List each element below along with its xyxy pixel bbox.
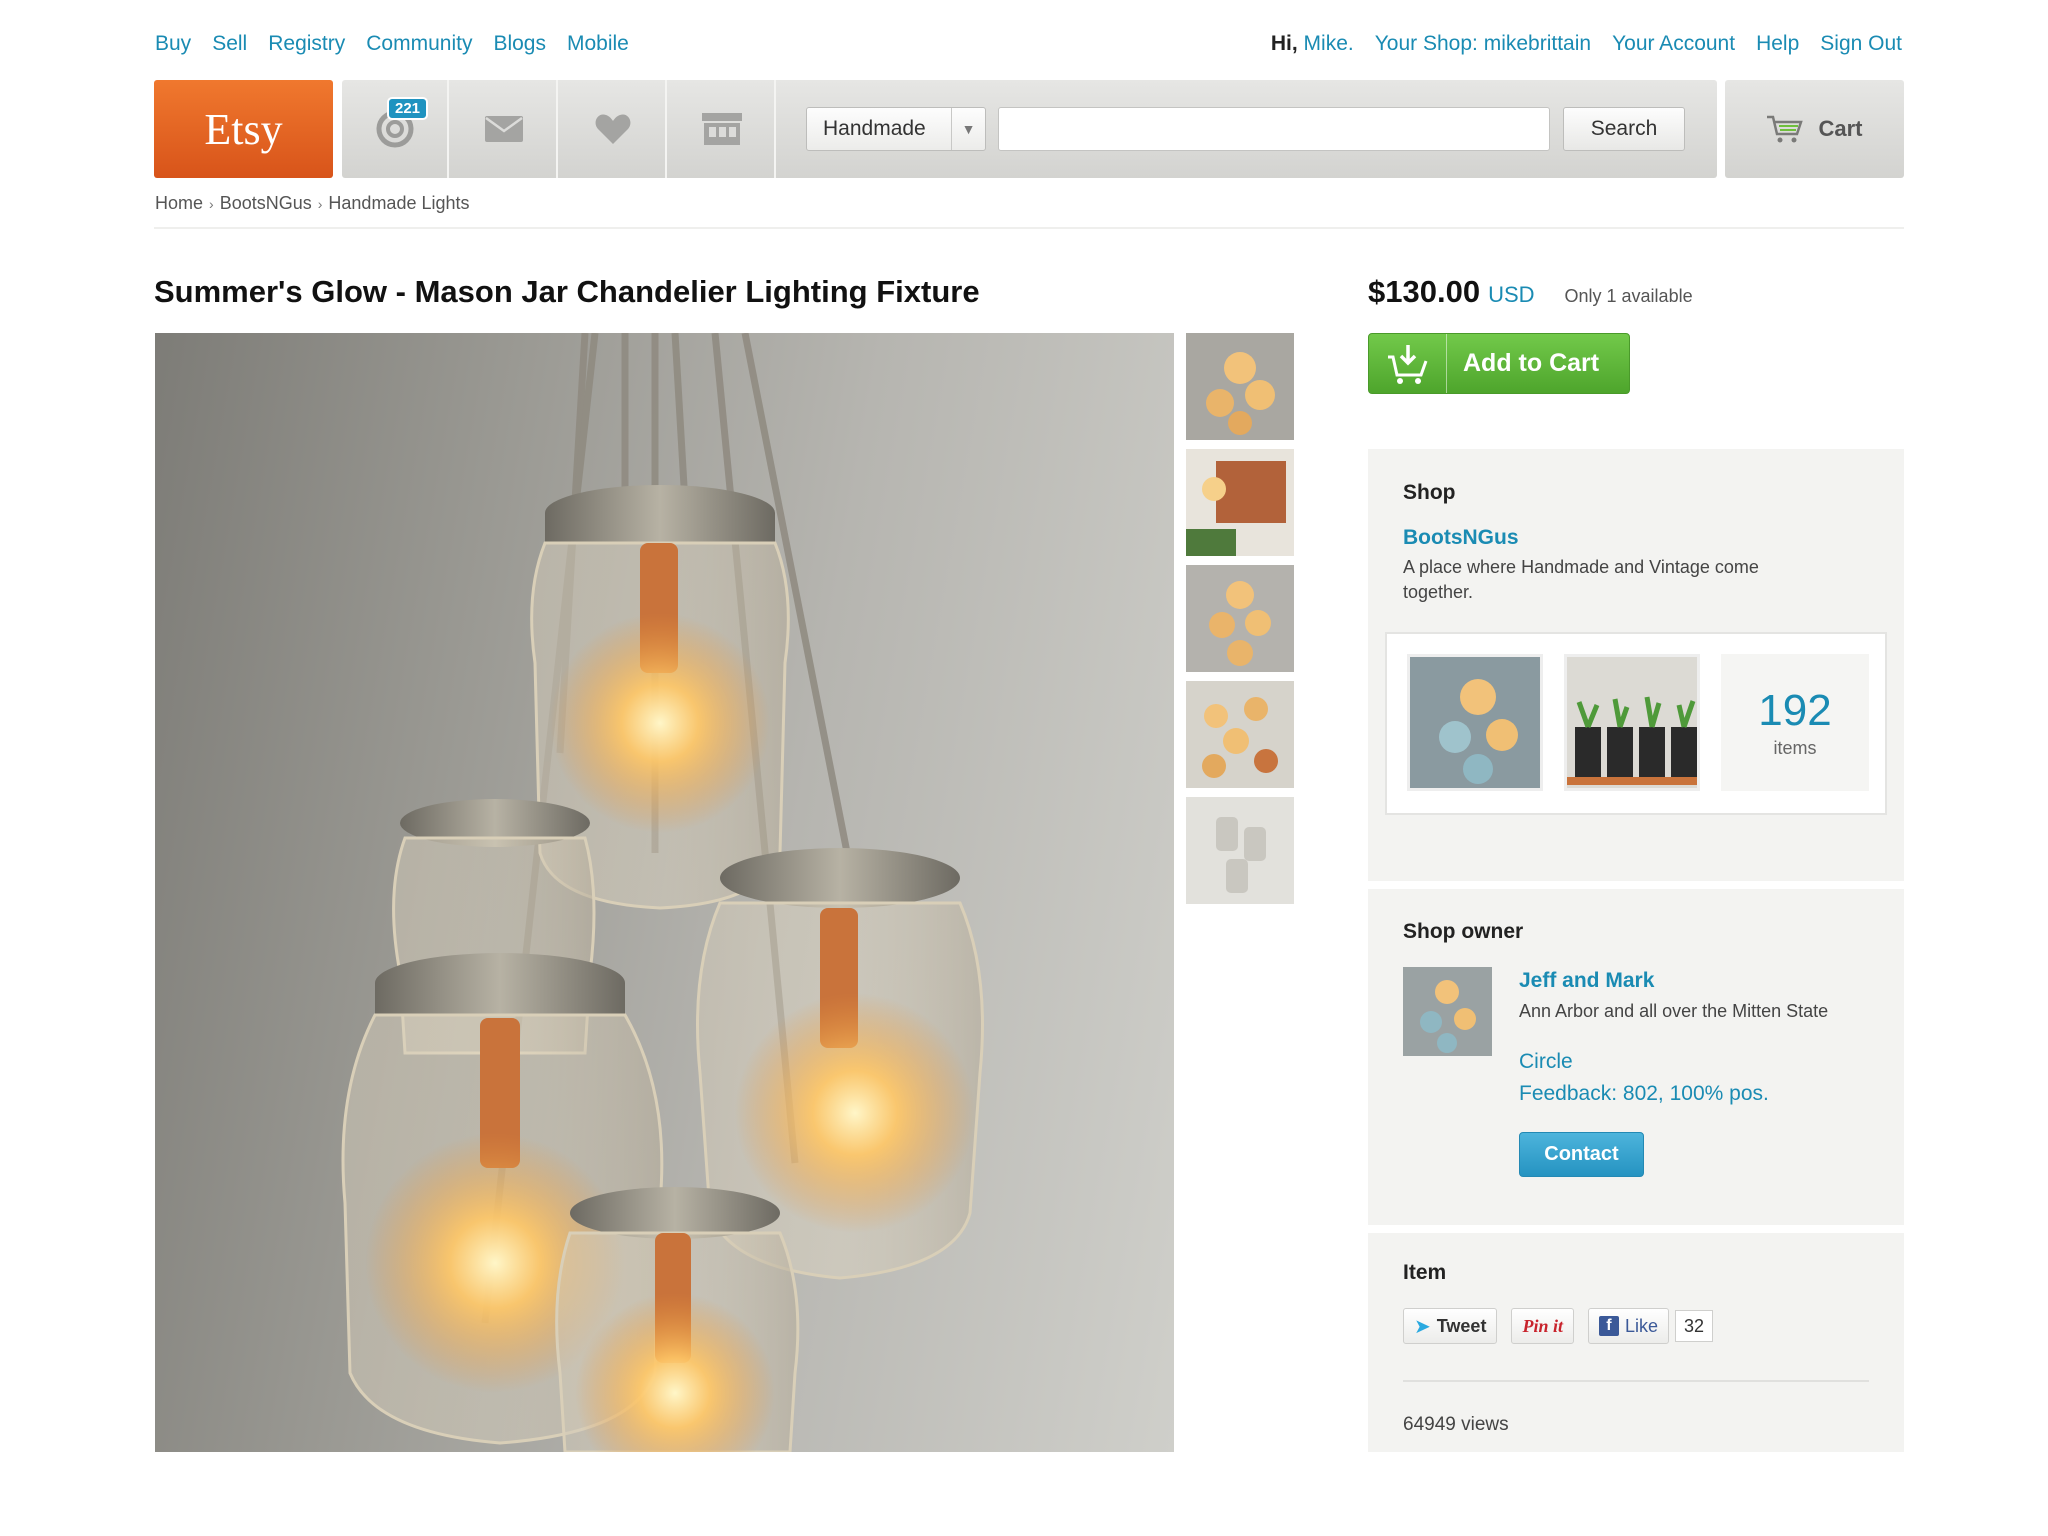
shop-item-count[interactable]: 192 items xyxy=(1721,654,1869,791)
shop-panel: Shop BootsNGus A place where Handmade an… xyxy=(1368,449,1904,881)
activity-button[interactable]: 221 xyxy=(342,80,449,178)
pin-it-label: Pin it xyxy=(1522,1315,1563,1336)
shop-button[interactable] xyxy=(669,80,776,178)
item-count-number: 192 xyxy=(1758,686,1832,735)
price-currency[interactable]: USD xyxy=(1488,282,1534,308)
help-link[interactable]: Help xyxy=(1756,32,1799,56)
thumbnail-3[interactable] xyxy=(1186,565,1294,672)
breadcrumb: Home › BootsNGus › Handmade Lights xyxy=(155,193,470,214)
greeting: Hi, Mike. xyxy=(1271,32,1354,56)
shop-owner-panel: Shop owner Jeff and Mark Ann Arbor and a… xyxy=(1368,889,1904,1225)
shop-item-image xyxy=(1567,657,1697,788)
tweet-button[interactable]: ➤ Tweet xyxy=(1403,1308,1498,1344)
breadcrumb-separator: › xyxy=(209,195,214,212)
owner-name-link[interactable]: Jeff and Mark xyxy=(1519,969,1654,993)
feedback-link[interactable]: Feedback: 802, 100% pos. xyxy=(1519,1082,1769,1106)
breadcrumb-category[interactable]: Handmade Lights xyxy=(328,193,469,214)
item-count-label: items xyxy=(1773,738,1817,758)
facebook-like-button[interactable]: f Like xyxy=(1587,1308,1669,1344)
mail-icon xyxy=(484,116,523,142)
thumbnail-1[interactable] xyxy=(1186,333,1294,440)
shop-owner-heading: Shop owner xyxy=(1403,920,1524,943)
chevron-down-icon: ▼ xyxy=(951,108,985,150)
header-toolbar: 221 Handmade ▼ Search xyxy=(342,80,1717,178)
add-to-cart-label: Add to Cart xyxy=(1463,349,1600,377)
nav-mobile[interactable]: Mobile xyxy=(567,32,629,56)
avatar-image xyxy=(1403,967,1492,1056)
shop-name-link[interactable]: BootsNGus xyxy=(1403,526,1519,550)
search-input[interactable] xyxy=(998,107,1550,151)
owner-location: Ann Arbor and all over the Mitten State xyxy=(1519,1001,1829,1021)
thumbnail-2[interactable] xyxy=(1186,449,1294,556)
header-divider xyxy=(154,227,1904,229)
messages-button[interactable] xyxy=(451,80,558,178)
breadcrumb-shop[interactable]: BootsNGus xyxy=(220,193,312,214)
search-button[interactable]: Search xyxy=(1563,107,1685,151)
sign-out-link[interactable]: Sign Out xyxy=(1820,32,1902,56)
shop-items-preview: 192 items xyxy=(1385,632,1887,815)
thumbnail-4[interactable] xyxy=(1186,681,1294,788)
thumbnail-image xyxy=(1186,333,1294,440)
pin-it-button[interactable]: Pin it xyxy=(1511,1308,1574,1344)
like-count: 32 xyxy=(1675,1310,1714,1342)
like-label: Like xyxy=(1624,1315,1658,1336)
nav-buy[interactable]: Buy xyxy=(155,32,191,56)
cart-download-icon xyxy=(1369,334,1447,393)
owner-avatar[interactable] xyxy=(1403,967,1492,1056)
shop-item-image xyxy=(1410,657,1540,788)
shop-icon xyxy=(701,113,742,145)
breadcrumb-home[interactable]: Home xyxy=(155,193,203,214)
top-nav-right: Hi, Mike. Your Shop: mikebrittain Your A… xyxy=(1271,32,1902,56)
heart-icon xyxy=(595,114,630,144)
main-listing-photo[interactable] xyxy=(155,333,1174,1452)
favorites-button[interactable] xyxy=(560,80,667,178)
circle-link[interactable]: Circle xyxy=(1519,1050,1573,1074)
user-link[interactable]: Mike. xyxy=(1304,32,1354,55)
cart-icon xyxy=(1767,115,1804,143)
shop-heading: Shop xyxy=(1403,481,1456,504)
cart-label: Cart xyxy=(1818,116,1863,141)
etsy-logo[interactable]: Etsy xyxy=(154,80,333,178)
activity-count-badge: 221 xyxy=(387,97,429,120)
thumbnail-image xyxy=(1186,565,1294,672)
shop-description: A place where Handmade and Vintage come … xyxy=(1403,557,1759,602)
price-amount: $130.00 xyxy=(1368,274,1481,309)
thumbnail-image xyxy=(1186,681,1294,788)
facebook-icon: f xyxy=(1598,1316,1619,1336)
contact-button[interactable]: Contact xyxy=(1519,1132,1644,1177)
search-category-select[interactable]: Handmade ▼ xyxy=(806,107,986,151)
thumbnail-5[interactable] xyxy=(1186,797,1294,904)
nav-sell[interactable]: Sell xyxy=(212,32,247,56)
breadcrumb-separator: › xyxy=(317,195,323,212)
twitter-bird-icon: ➤ xyxy=(1414,1315,1431,1338)
nav-registry[interactable]: Registry xyxy=(268,32,345,56)
jar-bottom xyxy=(555,1187,800,1452)
top-nav-left: Buy Sell Registry Community Blogs Mobile xyxy=(155,32,629,56)
tweet-label: Tweet xyxy=(1436,1315,1487,1336)
shop-item-thumbnail-1[interactable] xyxy=(1407,654,1543,791)
listing-title: Summer's Glow - Mason Jar Chandelier Lig… xyxy=(154,274,980,309)
view-count: 64949 views xyxy=(1403,1414,1509,1435)
photo-thumbnails xyxy=(1186,333,1294,913)
item-panel: Item ➤ Tweet Pin it f Like 32 64949 view… xyxy=(1368,1233,1904,1452)
thumbnail-image xyxy=(1186,797,1294,904)
social-share-buttons: ➤ Tweet Pin it f Like 32 xyxy=(1403,1308,1714,1344)
your-shop-link[interactable]: Your Shop: mikebrittain xyxy=(1375,32,1591,56)
nav-community[interactable]: Community xyxy=(366,32,472,56)
thumbnail-image xyxy=(1186,449,1294,556)
mason-jar-chandelier-image xyxy=(341,333,984,1452)
item-heading: Item xyxy=(1403,1261,1447,1284)
add-to-cart-button[interactable]: Add to Cart xyxy=(1368,333,1630,394)
nav-blogs[interactable]: Blogs xyxy=(493,32,546,56)
item-divider xyxy=(1403,1380,1869,1382)
greeting-text: Hi, xyxy=(1270,32,1304,55)
price-block: $130.00 USD Only 1 available xyxy=(1368,274,1693,310)
search-category-value: Handmade xyxy=(823,117,926,140)
your-account-link[interactable]: Your Account xyxy=(1612,32,1735,56)
shop-item-thumbnail-2[interactable] xyxy=(1564,654,1700,791)
cart-button[interactable]: Cart xyxy=(1725,80,1904,178)
availability-text: Only 1 available xyxy=(1564,286,1693,306)
